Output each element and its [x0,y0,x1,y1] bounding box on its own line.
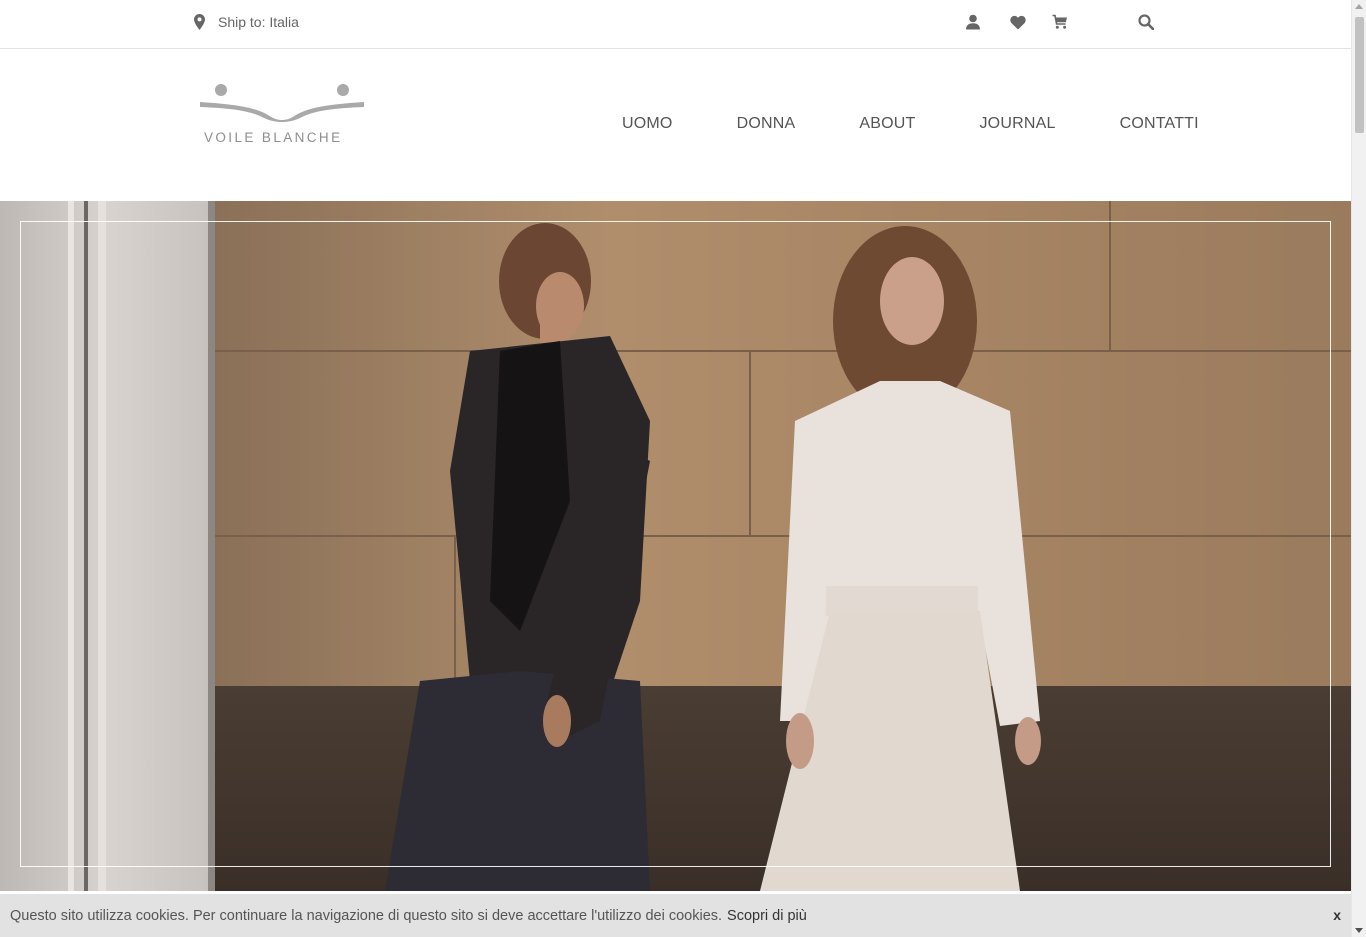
cookie-message: Questo sito utilizza cookies. Per contin… [10,907,723,924]
top-bar: Ship to: Italia [0,0,1351,49]
nav-item-donna[interactable]: DONNA [737,115,796,133]
ship-to-selector[interactable]: Ship to: Italia [194,14,299,30]
logo-mark [200,84,364,122]
scroll-down-arrow-icon[interactable] [1355,928,1363,933]
hero-banner[interactable] [0,201,1351,891]
cookie-banner: Questo sito utilizza cookies. Per contin… [0,894,1351,937]
site-logo[interactable]: VOILE BLANCHE [198,82,368,148]
cookie-more-link[interactable]: Scopri di più [727,908,807,924]
top-icons [963,12,1156,32]
user-icon[interactable] [963,12,983,32]
page-scrollbar[interactable] [1351,0,1366,937]
heart-icon[interactable] [1008,12,1028,32]
hero-image [0,201,1351,891]
nav-item-contatti[interactable]: CONTATTI [1120,115,1199,133]
ship-to-label: Ship to: Italia [218,14,299,30]
scroll-up-arrow-icon[interactable] [1355,4,1363,9]
nav-item-uomo[interactable]: UOMO [622,115,673,133]
search-icon[interactable] [1136,12,1156,32]
site-header: VOILE BLANCHE UOMO DONNA ABOUT JOURNAL C… [0,49,1351,201]
location-pin-icon [194,14,205,30]
cart-icon[interactable] [1050,12,1070,32]
main-nav: UOMO DONNA ABOUT JOURNAL CONTATTI [622,115,1199,133]
scrollbar-thumb[interactable] [1355,17,1364,133]
cookie-close-button[interactable]: x [1333,907,1341,923]
nav-item-about[interactable]: ABOUT [859,115,915,133]
logo-text: VOILE BLANCHE [204,130,343,145]
nav-item-journal[interactable]: JOURNAL [979,115,1055,133]
